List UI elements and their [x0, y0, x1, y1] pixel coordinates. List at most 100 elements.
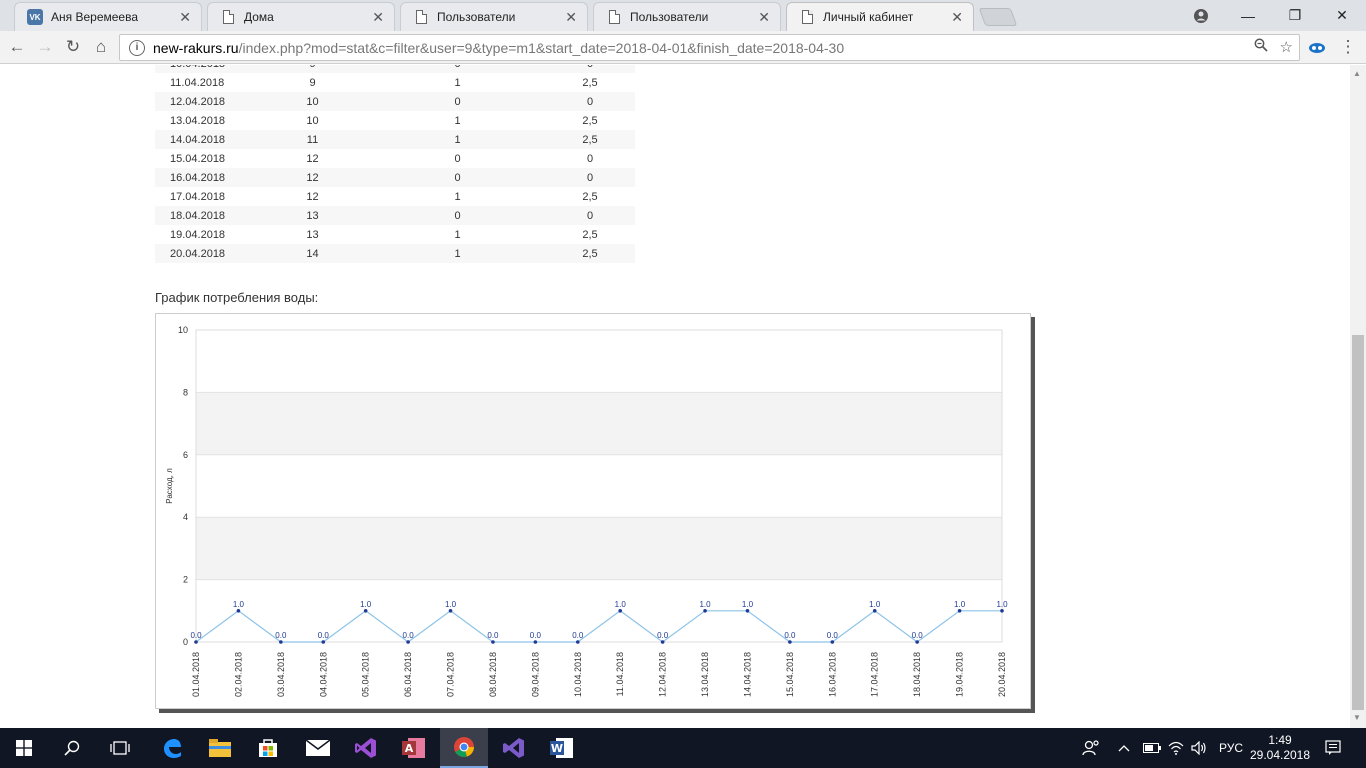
- tab-personal-cabinet[interactable]: Личный кабинет ✕: [786, 2, 974, 31]
- clock-date: 29.04.2018: [1249, 748, 1311, 762]
- volume-icon[interactable]: [1191, 728, 1207, 768]
- data-point: [194, 640, 198, 644]
- table-cell: 9: [255, 65, 370, 73]
- home-icon[interactable]: ⌂: [89, 35, 113, 59]
- table-cell: 0: [454, 152, 461, 165]
- close-icon[interactable]: ✕: [565, 9, 577, 26]
- zoom-icon[interactable]: [1254, 38, 1268, 56]
- table-cell: 2,5: [582, 228, 598, 241]
- windows-start-icon[interactable]: [0, 728, 48, 768]
- table-cell: 10: [306, 114, 319, 127]
- table-cell: 17.04.2018: [170, 190, 226, 203]
- tab-vk[interactable]: VK Аня Веремеева ✕: [14, 2, 202, 31]
- x-tick-label: 04.04.2018: [318, 652, 328, 697]
- data-point: [745, 609, 750, 613]
- minimize-icon[interactable]: —: [1225, 0, 1271, 31]
- search-icon[interactable]: [48, 728, 96, 768]
- data-label: 1.0: [742, 600, 754, 609]
- table-cell: 14: [255, 244, 370, 263]
- data-point: [788, 640, 792, 644]
- tab-doma[interactable]: Дома ✕: [207, 2, 395, 31]
- extension-icon[interactable]: [1305, 35, 1329, 59]
- battery-icon[interactable]: [1143, 728, 1161, 768]
- table-cell: 2,5: [545, 130, 635, 149]
- menu-icon[interactable]: ⋮: [1336, 35, 1360, 59]
- language-indicator[interactable]: РУС: [1219, 728, 1243, 768]
- chevron-up-icon[interactable]: [1118, 728, 1130, 768]
- data-point: [491, 640, 495, 644]
- file-explorer-icon[interactable]: [196, 728, 244, 768]
- table-cell: 13: [306, 228, 319, 241]
- y-tick-label: 0: [183, 637, 188, 647]
- x-tick-label: 11.04.2018: [615, 652, 625, 696]
- table-cell: 20.04.2018: [155, 244, 255, 263]
- wifi-icon[interactable]: [1168, 728, 1184, 768]
- forward-arrow-icon[interactable]: →: [33, 35, 57, 59]
- close-icon[interactable]: ✕: [179, 9, 191, 26]
- chrome-icon[interactable]: [440, 728, 488, 768]
- close-icon[interactable]: ✕: [758, 9, 770, 26]
- close-icon[interactable]: ✕: [951, 9, 963, 26]
- notifications-icon[interactable]: [1325, 728, 1341, 768]
- table-cell: 15.04.2018: [170, 152, 226, 165]
- x-tick-label: 07.04.2018: [446, 652, 456, 697]
- x-tick-label: 12.04.2018: [658, 652, 668, 697]
- table-cell: 19.04.2018: [170, 228, 226, 241]
- table-row: 14.04.2018 11 1 2,5: [155, 130, 635, 149]
- back-arrow-icon[interactable]: ←: [5, 35, 29, 59]
- mail-icon[interactable]: [294, 728, 342, 768]
- info-icon[interactable]: i: [129, 39, 145, 56]
- access-icon[interactable]: A: [390, 728, 438, 768]
- data-label: 0.0: [275, 631, 287, 640]
- data-label: 1.0: [445, 600, 457, 609]
- edge-icon[interactable]: [148, 728, 196, 768]
- clock[interactable]: 1:49 29.04.2018: [1250, 728, 1310, 768]
- windows-taskbar: A W РУС 1:49 29.04.2018: [0, 728, 1366, 768]
- data-label: 0.0: [572, 631, 584, 640]
- scroll-up-icon[interactable]: ▲: [1353, 69, 1361, 78]
- url-path: /index.php?mod=stat&c=filter&user=9&type…: [238, 39, 845, 56]
- data-point: [448, 609, 453, 613]
- window-close-icon[interactable]: ✕: [1319, 0, 1365, 31]
- x-tick-label: 03.04.2018: [276, 652, 286, 697]
- x-tick-label: 19.04.2018: [955, 652, 965, 697]
- data-point: [279, 640, 283, 644]
- table-row: 13.04.2018 10 1 2,5: [155, 111, 635, 130]
- address-bar[interactable]: i new-rakurs.ru/index.php?mod=stat&c=fil…: [119, 34, 1300, 61]
- visual-studio-icon[interactable]: [342, 728, 390, 768]
- tab-users-2[interactable]: Пользователи ✕: [593, 2, 781, 31]
- svg-text:W: W: [551, 742, 563, 755]
- scroll-thumb[interactable]: [1352, 335, 1364, 710]
- task-view-icon[interactable]: [96, 728, 144, 768]
- x-tick-label: 08.04.2018: [488, 652, 498, 697]
- star-icon[interactable]: ☆: [1280, 38, 1293, 56]
- new-tab-button[interactable]: [978, 8, 1018, 26]
- close-icon[interactable]: ✕: [372, 9, 384, 26]
- word-icon[interactable]: W: [538, 728, 586, 768]
- restore-icon[interactable]: ❐: [1272, 0, 1318, 31]
- profile-icon[interactable]: [1178, 0, 1224, 31]
- page-scrollbar[interactable]: ▲ ▼: [1350, 65, 1366, 728]
- reload-icon[interactable]: ↻: [61, 35, 85, 59]
- tab-users-1[interactable]: Пользователи ✕: [400, 2, 588, 31]
- data-point: [872, 609, 877, 613]
- table-cell: 1: [454, 76, 461, 89]
- browser-toolbar: ← → ↻ ⌂ i new-rakurs.ru/index.php?mod=st…: [0, 31, 1366, 64]
- table-cell: 0: [370, 65, 545, 73]
- svg-text:A: A: [405, 742, 414, 755]
- data-label: 1.0: [996, 600, 1008, 609]
- table-row: 11.04.2018 9 1 2,5: [155, 73, 635, 92]
- page-content: 10.04.201890011.04.2018912,512.04.201810…: [0, 65, 1350, 728]
- table-cell: 18.04.2018: [155, 206, 255, 225]
- water-consumption-chart: 0 2 4 6 8 10 Расход, л 01.04.2018 02.04.2018 03.0…: [155, 313, 1031, 709]
- table-cell: 2,5: [582, 76, 598, 89]
- x-tick-label: 10.04.2018: [573, 652, 583, 697]
- x-tick-label: 16.04.2018: [827, 652, 837, 697]
- scroll-down-icon[interactable]: ▼: [1353, 713, 1361, 722]
- visual-studio-2-icon[interactable]: [490, 728, 538, 768]
- tab-title: Пользователи: [630, 10, 709, 24]
- people-icon[interactable]: [1082, 728, 1100, 768]
- x-tick-label: 05.04.2018: [361, 652, 371, 697]
- store-icon[interactable]: [244, 728, 292, 768]
- data-label: 0.0: [657, 631, 669, 640]
